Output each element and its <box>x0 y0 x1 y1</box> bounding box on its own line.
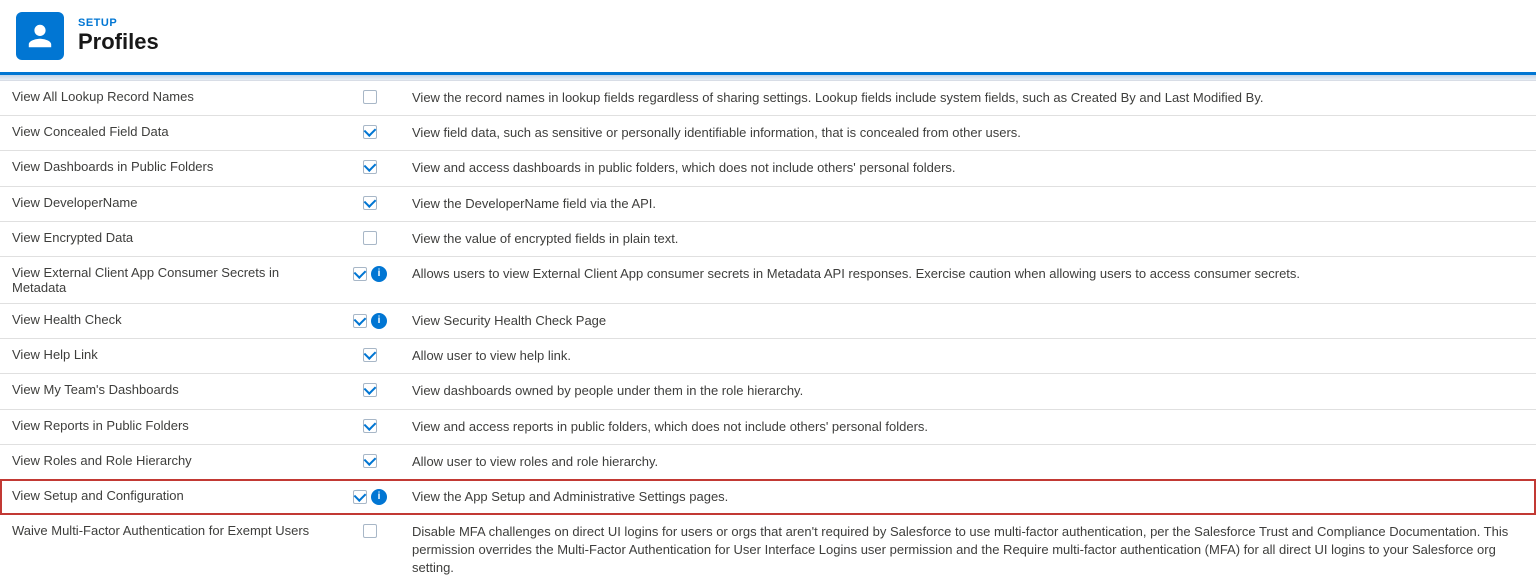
permission-name: View Health Check <box>0 303 340 338</box>
permission-description: View the App Setup and Administrative Se… <box>400 479 1536 514</box>
permission-description: Allow user to view help link. <box>400 339 1536 374</box>
permission-checkbox[interactable] <box>363 90 377 104</box>
permission-name: Waive Multi-Factor Authentication for Ex… <box>0 515 340 586</box>
permission-name: View Dashboards in Public Folders <box>0 151 340 186</box>
permission-checkbox[interactable] <box>353 490 367 504</box>
permission-name: View Help Link <box>0 339 340 374</box>
info-button[interactable]: i <box>371 266 387 282</box>
permission-checkbox-cell[interactable] <box>340 116 400 151</box>
permission-description: Allows users to view External Client App… <box>400 256 1536 303</box>
permission-checkbox-cell[interactable] <box>340 444 400 479</box>
permission-description: View field data, such as sensitive or pe… <box>400 116 1536 151</box>
permission-checkbox-cell[interactable]: i <box>340 479 400 514</box>
permission-name: View Reports in Public Folders <box>0 409 340 444</box>
table-row: View Help Link Allow user to view help li… <box>0 339 1536 374</box>
permission-checkbox[interactable] <box>363 231 377 245</box>
permission-checkbox[interactable] <box>363 348 377 362</box>
permission-name: View External Client App Consumer Secret… <box>0 256 340 303</box>
permission-description: Disable MFA challenges on direct UI logi… <box>400 515 1536 586</box>
table-row: View Encrypted Data View the value of enc… <box>0 221 1536 256</box>
permission-checkbox-cell[interactable] <box>340 374 400 409</box>
permission-description: View the DeveloperName field via the API… <box>400 186 1536 221</box>
permission-description: View Security Health Check Page <box>400 303 1536 338</box>
permission-checkbox-cell[interactable] <box>340 186 400 221</box>
table-row: View Health Check i View Security Health C… <box>0 303 1536 338</box>
permission-checkbox-cell[interactable] <box>340 515 400 586</box>
permissions-table: View All Lookup Record Names View the rec… <box>0 81 1536 586</box>
info-button[interactable]: i <box>371 489 387 505</box>
permission-name: View All Lookup Record Names <box>0 81 340 116</box>
permissions-table-container: View All Lookup Record Names View the rec… <box>0 81 1536 586</box>
permission-name: View DeveloperName <box>0 186 340 221</box>
permission-checkbox[interactable] <box>363 196 377 210</box>
table-row: View Concealed Field Data View field data… <box>0 116 1536 151</box>
table-row: View Setup and Configuration i View the Ap… <box>0 479 1536 514</box>
table-row: View Reports in Public Folders View and a… <box>0 409 1536 444</box>
permission-description: View the value of encrypted fields in pl… <box>400 221 1536 256</box>
permission-description: View dashboards owned by people under th… <box>400 374 1536 409</box>
table-row: View External Client App Consumer Secret… <box>0 256 1536 303</box>
setup-label: SETUP <box>78 17 159 29</box>
page-header: SETUP Profiles <box>0 0 1536 75</box>
permission-checkbox-cell[interactable] <box>340 339 400 374</box>
page-title: Profiles <box>78 29 159 55</box>
table-row: Waive Multi-Factor Authentication for Ex… <box>0 515 1536 586</box>
table-row: View Dashboards in Public Folders View an… <box>0 151 1536 186</box>
permission-checkbox[interactable] <box>363 125 377 139</box>
table-row: View All Lookup Record Names View the rec… <box>0 81 1536 116</box>
permission-checkbox[interactable] <box>363 419 377 433</box>
permission-description: View the record names in lookup fields r… <box>400 81 1536 116</box>
permission-checkbox[interactable] <box>363 383 377 397</box>
permission-checkbox[interactable] <box>363 160 377 174</box>
permission-checkbox-cell[interactable]: i <box>340 256 400 303</box>
permission-description: View and access reports in public folder… <box>400 409 1536 444</box>
permission-description: Allow user to view roles and role hierar… <box>400 444 1536 479</box>
permission-checkbox-cell[interactable] <box>340 81 400 116</box>
table-row: View My Team's Dashboards View dashboards… <box>0 374 1536 409</box>
permission-checkbox-cell[interactable] <box>340 151 400 186</box>
permission-name: View Concealed Field Data <box>0 116 340 151</box>
table-row: View Roles and Role Hierarchy Allow user … <box>0 444 1536 479</box>
permission-name: View Encrypted Data <box>0 221 340 256</box>
header-text: SETUP Profiles <box>78 17 159 55</box>
permission-name: View Roles and Role Hierarchy <box>0 444 340 479</box>
permission-checkbox-cell[interactable] <box>340 221 400 256</box>
info-button[interactable]: i <box>371 313 387 329</box>
permission-name: View My Team's Dashboards <box>0 374 340 409</box>
permission-description: View and access dashboards in public fol… <box>400 151 1536 186</box>
permission-checkbox[interactable] <box>363 524 377 538</box>
permission-checkbox[interactable] <box>353 314 367 328</box>
permission-checkbox-cell[interactable]: i <box>340 303 400 338</box>
permission-checkbox-cell[interactable] <box>340 409 400 444</box>
permission-checkbox[interactable] <box>353 267 367 281</box>
table-row: View DeveloperName View the DeveloperName… <box>0 186 1536 221</box>
permission-checkbox[interactable] <box>363 454 377 468</box>
permission-name: View Setup and Configuration <box>0 479 340 514</box>
profiles-icon <box>16 12 64 60</box>
